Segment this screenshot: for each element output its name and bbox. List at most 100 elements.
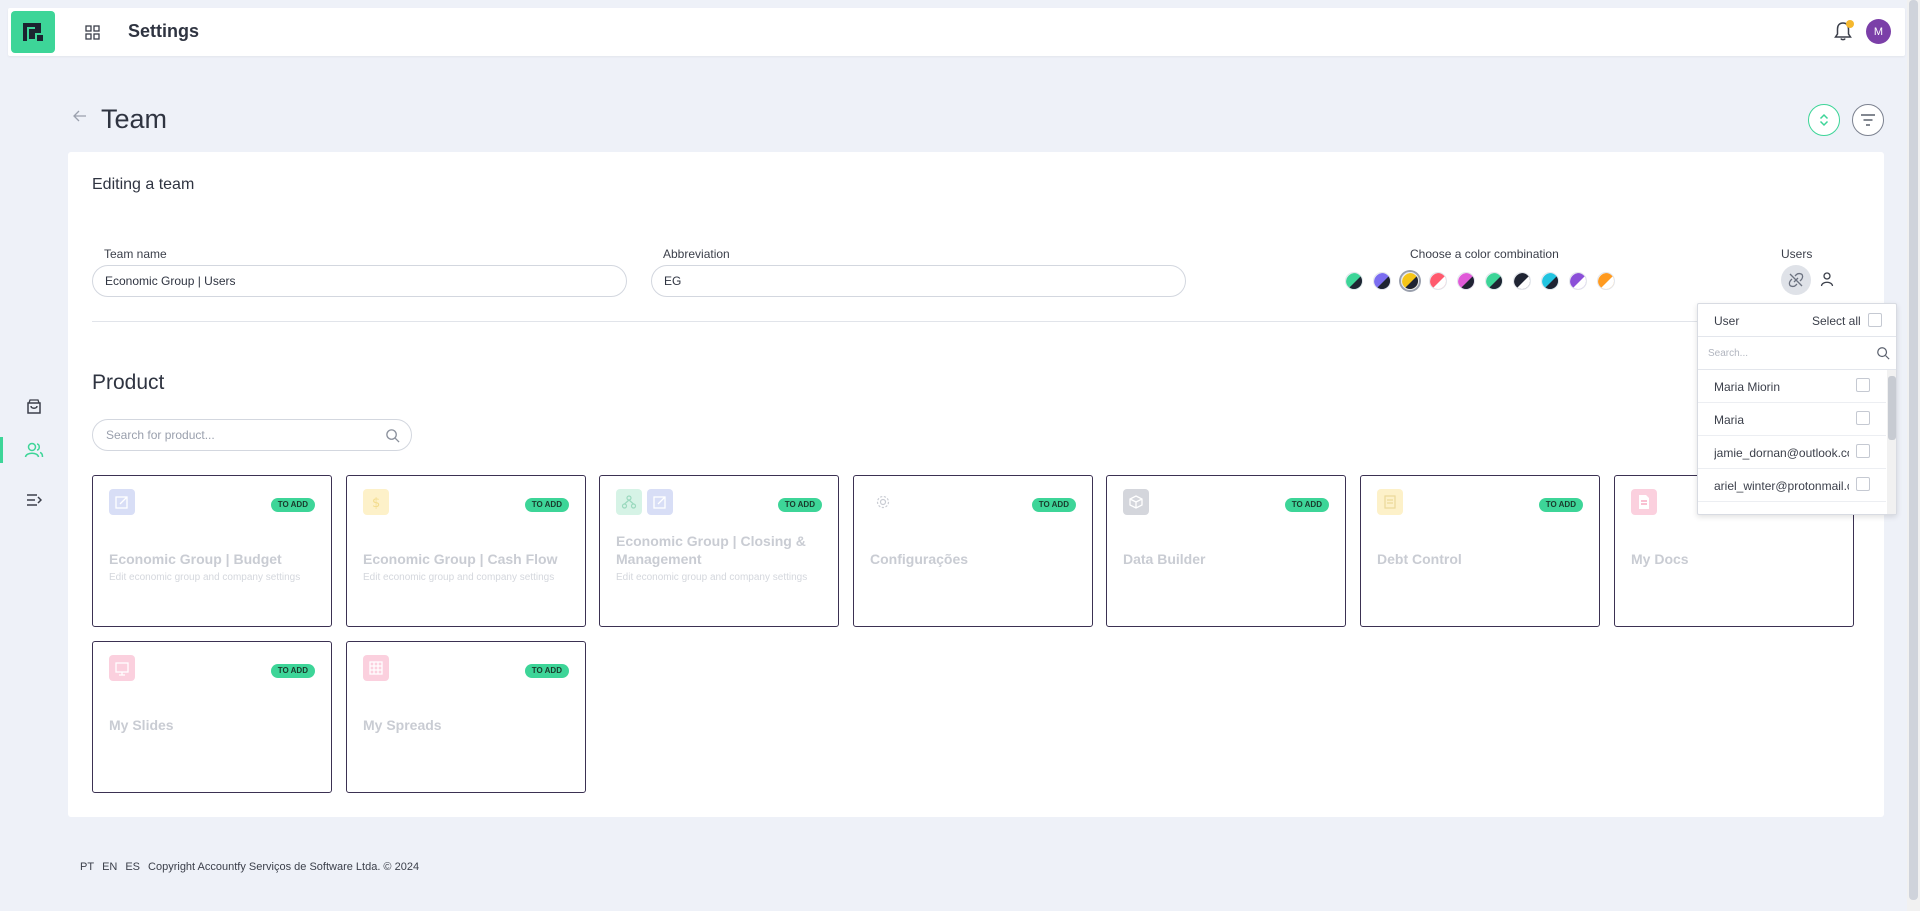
team-users-icon[interactable]: [22, 438, 46, 462]
product-name: Data Builder: [1123, 551, 1206, 567]
app-logo[interactable]: [11, 11, 55, 53]
grid-icon: [363, 655, 389, 681]
product-tile[interactable]: TO ADD Data Builder: [1106, 475, 1346, 627]
lang-pt-link[interactable]: PT: [80, 861, 94, 873]
product-description: Edit economic group and company settings: [109, 572, 301, 583]
color-swatch[interactable]: [1373, 272, 1391, 290]
app-title: Settings: [128, 21, 200, 41]
color-swatch[interactable]: [1597, 272, 1615, 290]
page-scrollbar-thumb[interactable]: [1909, 0, 1918, 900]
product-tile[interactable]: TO ADD Configurações: [853, 475, 1093, 627]
user-list-item[interactable]: ariel_winter@protonmail.com: [1698, 469, 1886, 502]
user-list-item[interactable]: jamie_dornan@outlook.com: [1698, 436, 1886, 469]
user-checkbox[interactable]: [1856, 378, 1870, 392]
edit-icon: [647, 489, 673, 515]
to-add-badge: TO ADD: [777, 498, 822, 512]
user-list-item[interactable]: Maria: [1698, 403, 1886, 436]
top-bar: Settings M: [8, 8, 1905, 56]
users-list-scroll-thumb[interactable]: [1888, 376, 1896, 440]
filter-icon: [1861, 114, 1875, 126]
product-tile[interactable]: $ TO ADD Economic Group | Cash Flow Edit ec…: [346, 475, 586, 627]
lang-es-link[interactable]: ES: [125, 861, 140, 873]
gear-icon: [870, 489, 896, 515]
hierarchy-icon: [616, 489, 642, 515]
user-column-header: User: [1714, 314, 1740, 328]
users-group-toggle[interactable]: [1781, 265, 1811, 295]
user-checkbox[interactable]: [1856, 411, 1870, 425]
product-name: My Slides: [109, 717, 174, 733]
products-bag-icon[interactable]: [22, 395, 46, 419]
unlink-icon: [1788, 272, 1804, 288]
ledger-icon: [1377, 489, 1403, 515]
product-description: Edit economic group and company settings: [363, 572, 555, 583]
search-icon: [386, 429, 400, 443]
edit-icon: [109, 489, 135, 515]
product-tile[interactable]: TO ADD Economic Group | Budget Edit econom…: [92, 475, 332, 627]
page-title: Team: [101, 104, 168, 134]
rail-active-indicator: [0, 437, 3, 463]
product-name: Economic Group | Cash Flow: [363, 551, 558, 567]
product-tile[interactable]: TO ADD Economic Group | Closing & Managem…: [599, 475, 839, 627]
user-name: jamie_dornan@outlook.com: [1714, 446, 1849, 460]
user-avatar[interactable]: M: [1866, 19, 1891, 44]
user-name: Maria: [1714, 413, 1745, 427]
product-search-input[interactable]: Search for product...: [92, 419, 412, 451]
color-swatch[interactable]: [1569, 272, 1587, 290]
color-swatch[interactable]: [1513, 272, 1531, 290]
color-swatch[interactable]: [1429, 272, 1447, 290]
product-tile[interactable]: TO ADD My Slides: [92, 641, 332, 793]
single-user-icon[interactable]: [1819, 271, 1837, 289]
to-add-badge: TO ADD: [1031, 498, 1076, 512]
abbreviation-label: Abbreviation: [663, 247, 730, 261]
user-checkbox[interactable]: [1856, 444, 1870, 458]
team-name-label: Team name: [104, 247, 167, 261]
to-add-badge: TO ADD: [524, 498, 569, 512]
users-label: Users: [1781, 247, 1813, 261]
notification-bell-icon[interactable]: [1833, 20, 1855, 42]
copyright-text: Copyright Accountfy Serviços de Software…: [148, 861, 420, 873]
doc-icon: [1631, 489, 1657, 515]
list-item-partial[interactable]: [1698, 502, 1886, 514]
sort-button[interactable]: [1808, 104, 1840, 136]
filter-button[interactable]: [1852, 104, 1884, 136]
users-search-input[interactable]: Search...: [1698, 337, 1896, 370]
color-swatch[interactable]: [1485, 272, 1503, 290]
to-add-badge: TO ADD: [524, 664, 569, 678]
apps-grid-icon[interactable]: [83, 23, 101, 41]
back-arrow-icon[interactable]: [72, 108, 90, 126]
svg-text:$: $: [372, 496, 380, 510]
dollar-icon: $: [363, 489, 389, 515]
product-section-title: Product: [92, 371, 165, 394]
user-name: Maria Miorin: [1714, 380, 1781, 394]
section-title: Editing a team: [92, 176, 195, 193]
color-swatch[interactable]: [1541, 272, 1559, 290]
user-list-item[interactable]: Maria Miorin: [1698, 370, 1886, 403]
color-swatch[interactable]: [1345, 272, 1363, 290]
select-all-label: Select all: [1812, 314, 1861, 328]
to-add-badge: TO ADD: [1538, 498, 1583, 512]
team-name-input[interactable]: Economic Group | Users: [92, 265, 627, 297]
product-tile[interactable]: TO ADD My Spreads: [346, 641, 586, 793]
color-swatch[interactable]: [1401, 272, 1419, 290]
divider: [92, 321, 1862, 322]
to-add-badge: TO ADD: [270, 498, 315, 512]
users-dropdown-header: User Select all: [1698, 304, 1896, 337]
product-name: My Docs: [1631, 551, 1689, 567]
expand-menu-icon[interactable]: [22, 488, 46, 512]
select-all-checkbox[interactable]: [1868, 313, 1882, 327]
color-swatch[interactable]: [1457, 272, 1475, 290]
slides-icon: [109, 655, 135, 681]
user-checkbox[interactable]: [1856, 477, 1870, 491]
lang-en-link[interactable]: EN: [102, 861, 117, 873]
users-dropdown: User Select all Search... Maria Miorin Ma…: [1697, 303, 1897, 515]
color-combination-label: Choose a color combination: [1410, 247, 1559, 261]
product-tile[interactable]: TO ADD Debt Control: [1360, 475, 1600, 627]
search-icon: [1877, 347, 1890, 360]
product-search-placeholder: Search for product...: [106, 428, 215, 442]
abbreviation-input[interactable]: EG: [651, 265, 1186, 297]
notification-dot: [1846, 20, 1854, 28]
product-name: Economic Group | Closing & Management: [616, 533, 806, 567]
cube-icon: [1123, 489, 1149, 515]
product-description: Edit economic group and company settings: [616, 572, 808, 583]
user-name: ariel_winter@protonmail.com: [1714, 479, 1849, 493]
